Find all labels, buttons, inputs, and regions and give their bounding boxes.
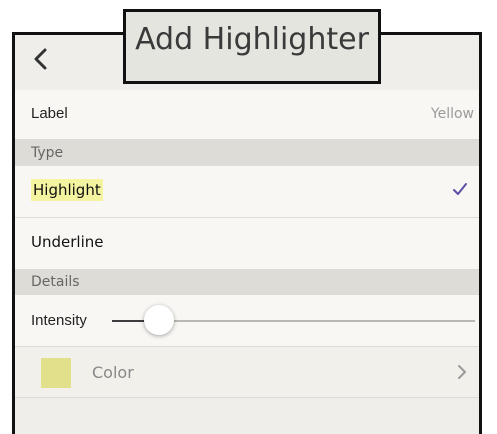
back-button[interactable]	[20, 34, 60, 84]
label-row[interactable]: Label Yellow	[15, 90, 479, 140]
type-option-underline[interactable]: Underline	[15, 218, 479, 269]
intensity-slider[interactable]	[112, 305, 475, 335]
label-row-title: Label	[31, 105, 68, 122]
type-option-highlight-label-wrap: Highlight	[31, 179, 103, 201]
chevron-right-icon	[458, 365, 466, 379]
type-option-highlight[interactable]: Highlight	[15, 166, 479, 218]
color-label: Color	[92, 363, 134, 382]
intensity-label: Intensity	[31, 312, 87, 329]
intensity-slider-thumb[interactable]	[144, 305, 175, 335]
color-swatch	[41, 358, 71, 388]
color-row[interactable]: Color	[15, 347, 479, 398]
title-callout: Add Highlighter	[123, 9, 381, 84]
section-header-type: Type	[15, 140, 479, 166]
page-title: Add Highlighter	[135, 22, 369, 57]
chevron-left-icon	[34, 48, 47, 70]
label-row-value: Yellow	[430, 106, 474, 122]
type-option-highlight-label: Highlight	[31, 179, 103, 201]
type-option-underline-label: Underline	[31, 233, 104, 251]
screen: Add Highlighter Label Yellow Type Highli…	[0, 0, 497, 434]
checkmark-icon	[453, 183, 467, 195]
section-header-details: Details	[15, 269, 479, 295]
intensity-row: Intensity	[15, 295, 479, 347]
